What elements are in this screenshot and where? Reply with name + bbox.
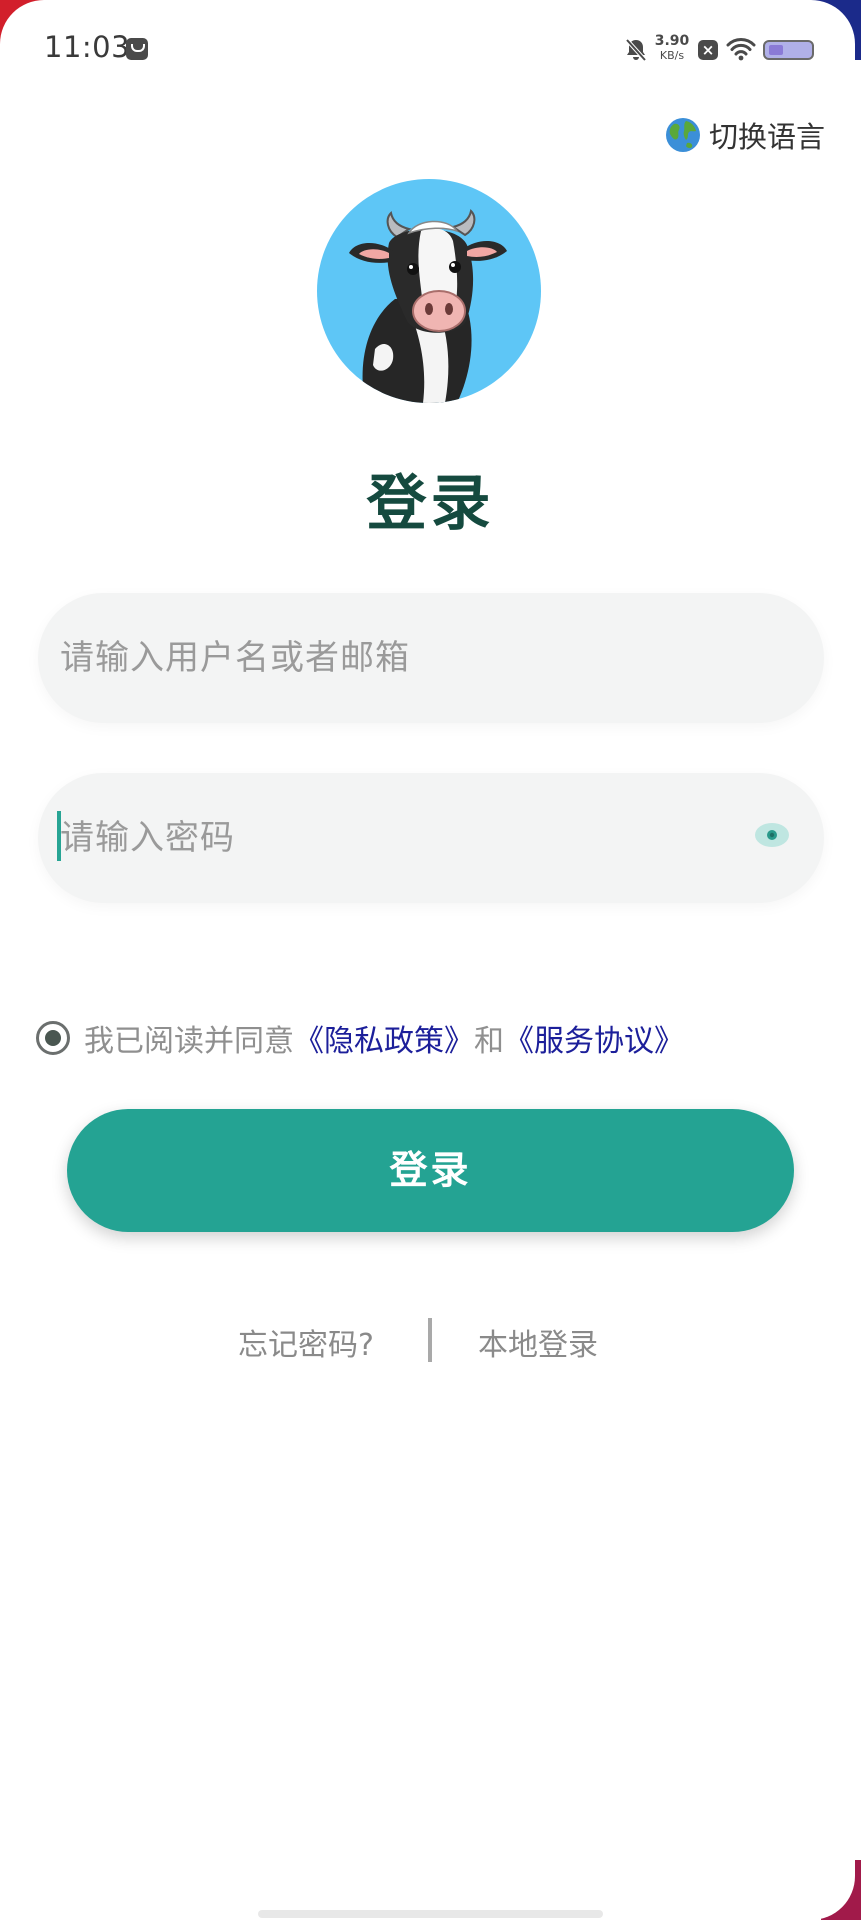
links-divider — [428, 1318, 432, 1362]
agreement-row: 我已阅读并同意 《隐私政策》 和 《服务协议》 — [36, 1016, 684, 1060]
wifi-icon — [726, 38, 756, 61]
agreement-radio[interactable] — [36, 1021, 70, 1055]
network-speed-unit: KB/s — [659, 49, 685, 62]
agreement-prefix: 我已阅读并同意 — [84, 1024, 294, 1059]
login-screen: 11:03 3.90 KB/s × 切换语言 登录 请输入用户名或者邮箱 请输入… — [0, 0, 855, 1920]
agreement-joiner: 和 — [474, 1024, 504, 1059]
mail-notification-icon — [126, 38, 148, 60]
app-logo-avatar — [317, 179, 541, 403]
muted-bell-icon — [625, 38, 647, 62]
login-button[interactable]: 登录 — [67, 1109, 794, 1232]
privacy-policy-link[interactable]: 《隐私政策》 — [294, 1016, 474, 1060]
forgot-password-link[interactable]: 忘记密码? — [238, 1320, 374, 1364]
language-switch-label: 切换语言 — [708, 120, 825, 154]
home-indicator[interactable] — [258, 1910, 603, 1918]
network-speed: 3.90 KB/s — [654, 34, 690, 61]
no-sim-icon: × — [698, 40, 718, 60]
service-agreement-link[interactable]: 《服务协议》 — [504, 1016, 684, 1060]
cow-icon — [349, 208, 507, 403]
username-placeholder: 请输入用户名或者邮箱 — [60, 638, 410, 678]
username-input[interactable]: 请输入用户名或者邮箱 — [38, 593, 824, 723]
bottom-links: 忘记密码? 本地登录 — [0, 1318, 855, 1370]
network-speed-value: 3.90 — [654, 33, 690, 49]
password-input[interactable]: 请输入密码 — [38, 773, 824, 903]
local-login-link[interactable]: 本地登录 — [478, 1320, 598, 1364]
password-placeholder: 请输入密码 — [60, 818, 235, 858]
language-switch-button[interactable]: 切换语言 — [665, 114, 825, 156]
status-time: 11:03 — [44, 30, 131, 64]
page-title: 登录 — [366, 469, 495, 539]
battery-icon — [763, 40, 814, 60]
eye-icon[interactable] — [754, 821, 790, 849]
globe-icon — [665, 118, 700, 152]
